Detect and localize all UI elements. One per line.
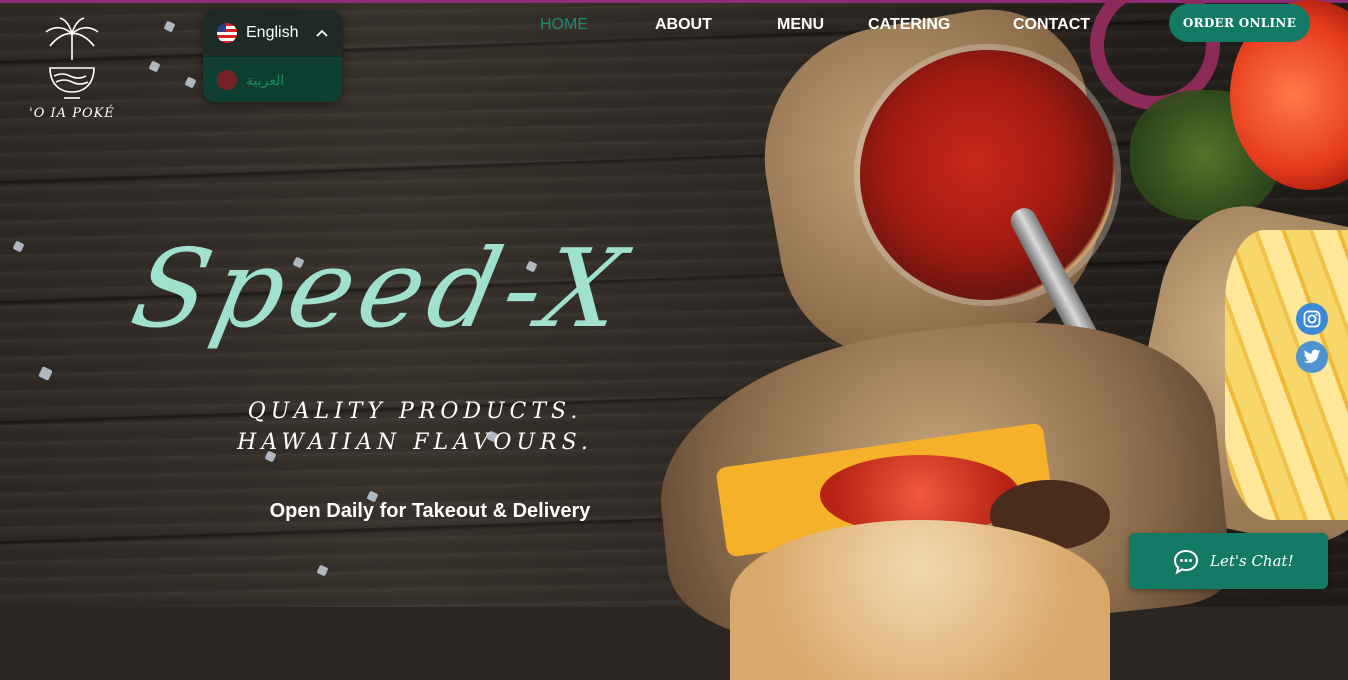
palm-bowl-icon [45, 17, 99, 99]
language-selector[interactable]: English العربية [203, 10, 342, 102]
site-logo[interactable]: 'O IA POKÉ [22, 16, 122, 126]
ketchup-jar [860, 50, 1115, 300]
chevron-up-icon [316, 26, 328, 40]
language-current[interactable]: English [203, 10, 342, 56]
chat-bubble-icon [1173, 549, 1199, 575]
food-photo [645, 0, 1348, 680]
nav-contact[interactable]: CONTACT [1013, 15, 1113, 35]
hero-title: Speed-X [121, 227, 641, 352]
nav-catering[interactable]: CATERING [868, 15, 1013, 35]
nav-home[interactable]: HOME [540, 15, 655, 35]
chat-button[interactable]: Let's Chat! [1129, 533, 1328, 589]
nav-menu[interactable]: MENU [777, 15, 868, 35]
twitter-link[interactable] [1296, 341, 1328, 373]
french-fries [1225, 230, 1348, 520]
language-option-arabic[interactable]: العربية [203, 56, 342, 102]
hero-open-text: Open Daily for Takeout & Delivery [269, 500, 591, 522]
instagram-link[interactable] [1296, 303, 1328, 335]
language-current-label: English [246, 24, 299, 41]
main-nav: HOME ABOUT MENU CATERING CONTACT [540, 15, 1113, 35]
language-option-label: العربية [246, 71, 285, 88]
burger-bun [730, 520, 1110, 680]
us-flag-icon [217, 23, 237, 43]
twitter-icon [1303, 349, 1321, 364]
chat-label: Let's Chat! [1210, 552, 1294, 570]
instagram-icon [1303, 310, 1321, 328]
logo-text: 'O IA POKÉ [29, 106, 115, 121]
nav-about[interactable]: ABOUT [655, 15, 777, 35]
arabic-flag-icon [217, 70, 237, 90]
hero-subtitle: QUALITY PRODUCTS. HAWAIIAN FLAVOURS. [237, 399, 593, 455]
order-online-button[interactable]: ORDER ONLINE [1169, 4, 1310, 42]
